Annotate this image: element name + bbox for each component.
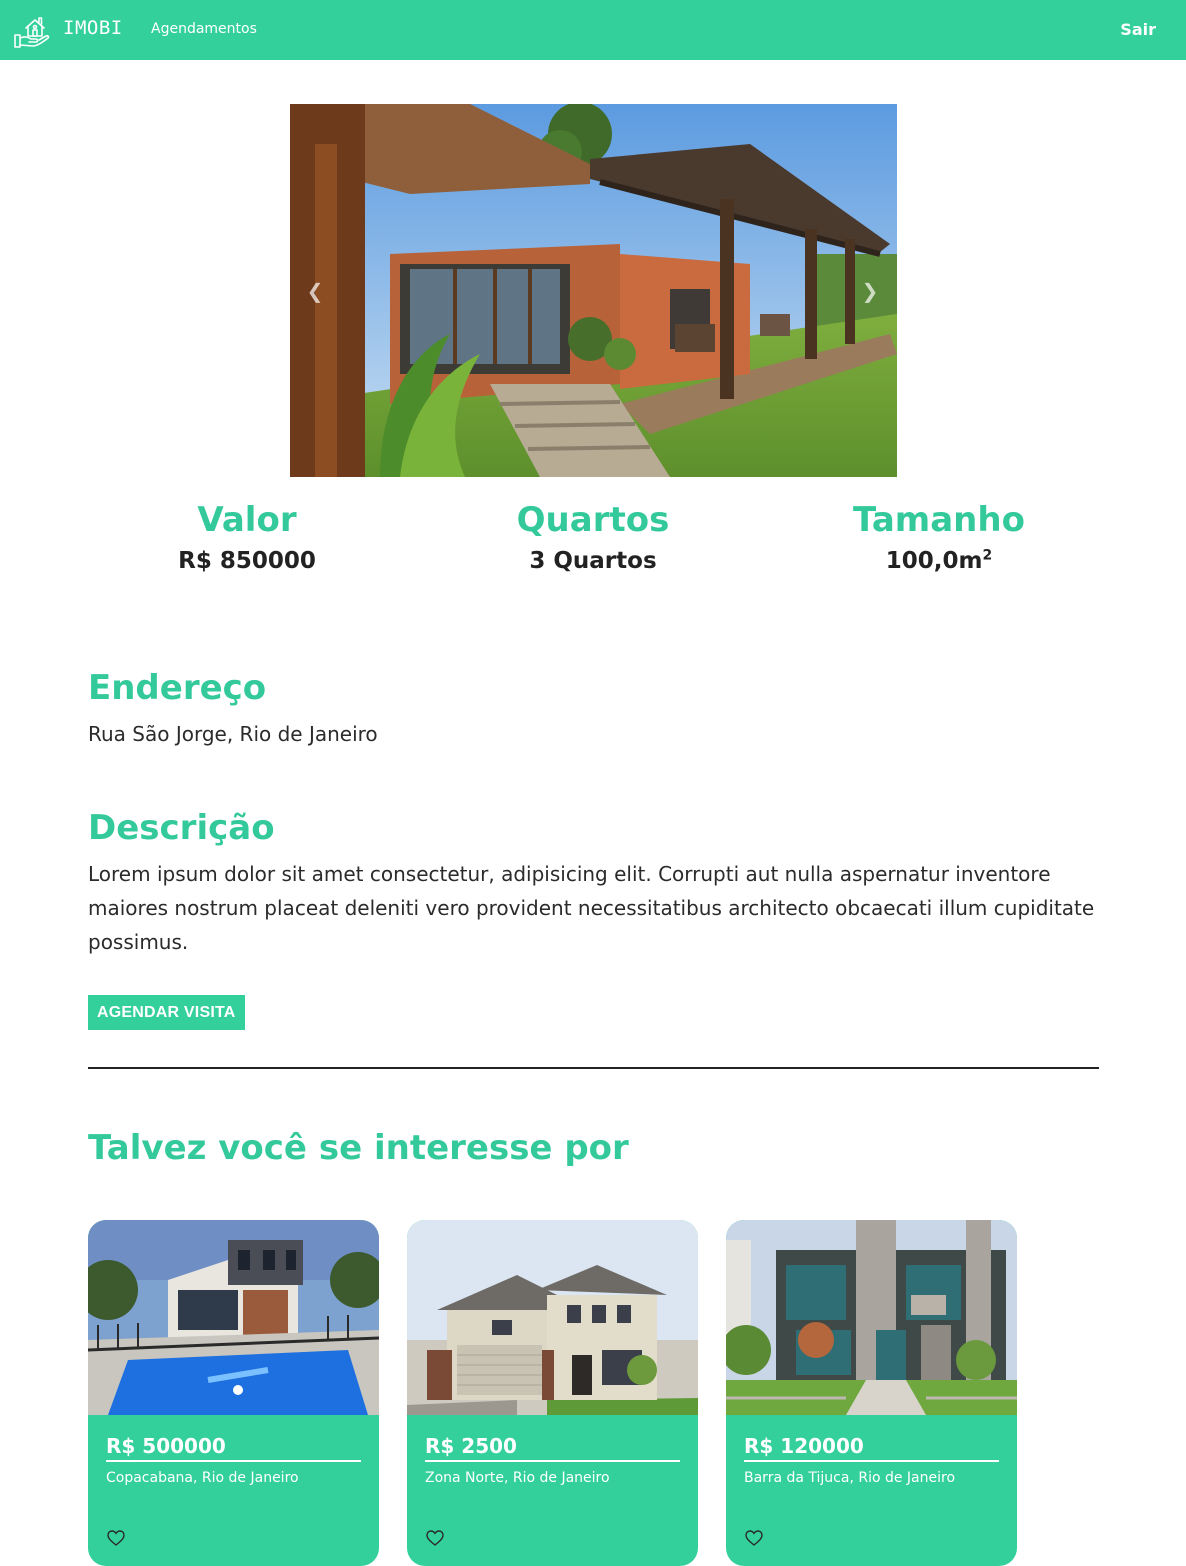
size-unit-superscript: 2 bbox=[982, 547, 993, 564]
chevron-left-icon[interactable]: ❮ bbox=[300, 276, 330, 306]
property-image-carousel: ❮ ❯ bbox=[290, 104, 897, 477]
address-title: Endereço bbox=[88, 668, 267, 708]
stat-label: Quartos bbox=[516, 500, 670, 540]
card-location: Barra da Tijuca, Rio de Janeiro bbox=[744, 1470, 956, 1486]
description-text: Lorem ipsum dolor sit amet consectetur, … bbox=[88, 862, 1095, 954]
property-card[interactable]: R$ 120000 Barra da Tijuca, Rio de Janeir… bbox=[726, 1220, 1017, 1566]
logout-button[interactable]: Sair bbox=[1120, 20, 1156, 39]
card-price: R$ 2500 bbox=[425, 1434, 680, 1462]
heart-icon[interactable] bbox=[106, 1528, 126, 1548]
heart-icon[interactable] bbox=[425, 1528, 445, 1548]
nav-link-agendamentos[interactable]: Agendamentos bbox=[151, 21, 257, 37]
house-in-hand-icon[interactable] bbox=[13, 11, 51, 49]
property-main-photo bbox=[290, 104, 897, 477]
address-text: Rua São Jorge, Rio de Janeiro bbox=[88, 722, 378, 746]
stat-label: Valor bbox=[197, 500, 297, 540]
navbar: IMOBI Agendamentos Sair bbox=[0, 0, 1186, 60]
stat-value: 100,0m2 bbox=[789, 548, 1089, 574]
description-title: Descrição bbox=[88, 808, 275, 848]
stat-quartos: Quartos 3 Quartos bbox=[443, 500, 743, 574]
property-card[interactable]: R$ 500000 Copacabana, Rio de Janeiro bbox=[88, 1220, 379, 1566]
property-card-photo bbox=[407, 1220, 698, 1415]
size-value: 100,0m bbox=[885, 548, 983, 574]
stat-value: 3 Quartos bbox=[529, 548, 657, 574]
section-divider bbox=[88, 1067, 1099, 1069]
stat-valor: Valor R$ 850000 bbox=[97, 500, 397, 574]
card-price: R$ 500000 bbox=[106, 1434, 361, 1462]
chevron-right-icon[interactable]: ❯ bbox=[855, 276, 885, 306]
brand-name[interactable]: IMOBI bbox=[63, 17, 123, 39]
property-card[interactable]: R$ 2500 Zona Norte, Rio de Janeiro bbox=[407, 1220, 698, 1566]
card-location: Copacabana, Rio de Janeiro bbox=[106, 1470, 299, 1486]
property-card-photo bbox=[726, 1220, 1017, 1415]
property-card-photo bbox=[88, 1220, 379, 1415]
heart-icon[interactable] bbox=[744, 1528, 764, 1548]
stat-value: R$ 850000 bbox=[178, 548, 316, 574]
schedule-visit-button[interactable]: AGENDAR VISITA bbox=[88, 995, 245, 1030]
stat-tamanho: Tamanho 100,0m2 bbox=[789, 500, 1089, 574]
stat-label: Tamanho bbox=[853, 500, 1025, 540]
card-price: R$ 120000 bbox=[744, 1434, 999, 1462]
card-location: Zona Norte, Rio de Janeiro bbox=[425, 1470, 610, 1486]
related-title: Talvez você se interesse por bbox=[88, 1128, 629, 1168]
